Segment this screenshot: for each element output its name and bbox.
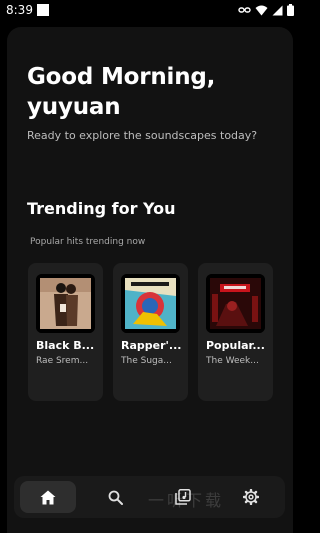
status-icons	[238, 4, 294, 16]
album-art	[36, 274, 95, 333]
status-bar: 8:39	[0, 0, 300, 22]
watermark: 一听下载	[148, 491, 225, 510]
nav-settings-tab[interactable]	[223, 481, 279, 513]
track-card[interactable]: Black B... Rae Srem...	[28, 263, 103, 401]
trending-subtitle: Popular hits trending now	[30, 237, 146, 247]
trending-carousel[interactable]: Black B... Rae Srem... Rapper'... The Su…	[28, 263, 290, 401]
status-time: 8:39	[6, 3, 33, 17]
signal-icon	[272, 5, 283, 15]
home-icon	[40, 490, 56, 504]
track-artist: The Week...	[206, 356, 259, 366]
track-artist: The Suga...	[121, 356, 172, 366]
battery-icon	[287, 4, 294, 16]
track-title: Rapper'...	[121, 339, 182, 352]
link-icon	[238, 7, 251, 13]
nav-search-tab[interactable]	[87, 481, 143, 513]
album-art	[121, 274, 180, 333]
trending-title: Trending for You	[27, 199, 176, 218]
greeting-line: Good Morning,	[27, 64, 216, 90]
greeting-heading: Good Morning, yuyuan	[27, 62, 215, 122]
wifi-icon	[255, 5, 268, 15]
track-title: Black B...	[36, 339, 95, 352]
album-art	[206, 274, 265, 333]
track-card[interactable]: Popular... The Week...	[198, 263, 273, 401]
greeting-subtitle: Ready to explore the soundscapes today?	[27, 129, 258, 142]
track-artist: Rae Srem...	[36, 356, 89, 366]
gear-icon	[243, 489, 259, 505]
notification-icon	[37, 4, 49, 16]
search-icon	[108, 490, 123, 505]
username: yuyuan	[27, 94, 121, 120]
track-card[interactable]: Rapper'... The Suga...	[113, 263, 188, 401]
nav-home-tab[interactable]	[20, 481, 76, 513]
track-title: Popular...	[206, 339, 265, 352]
